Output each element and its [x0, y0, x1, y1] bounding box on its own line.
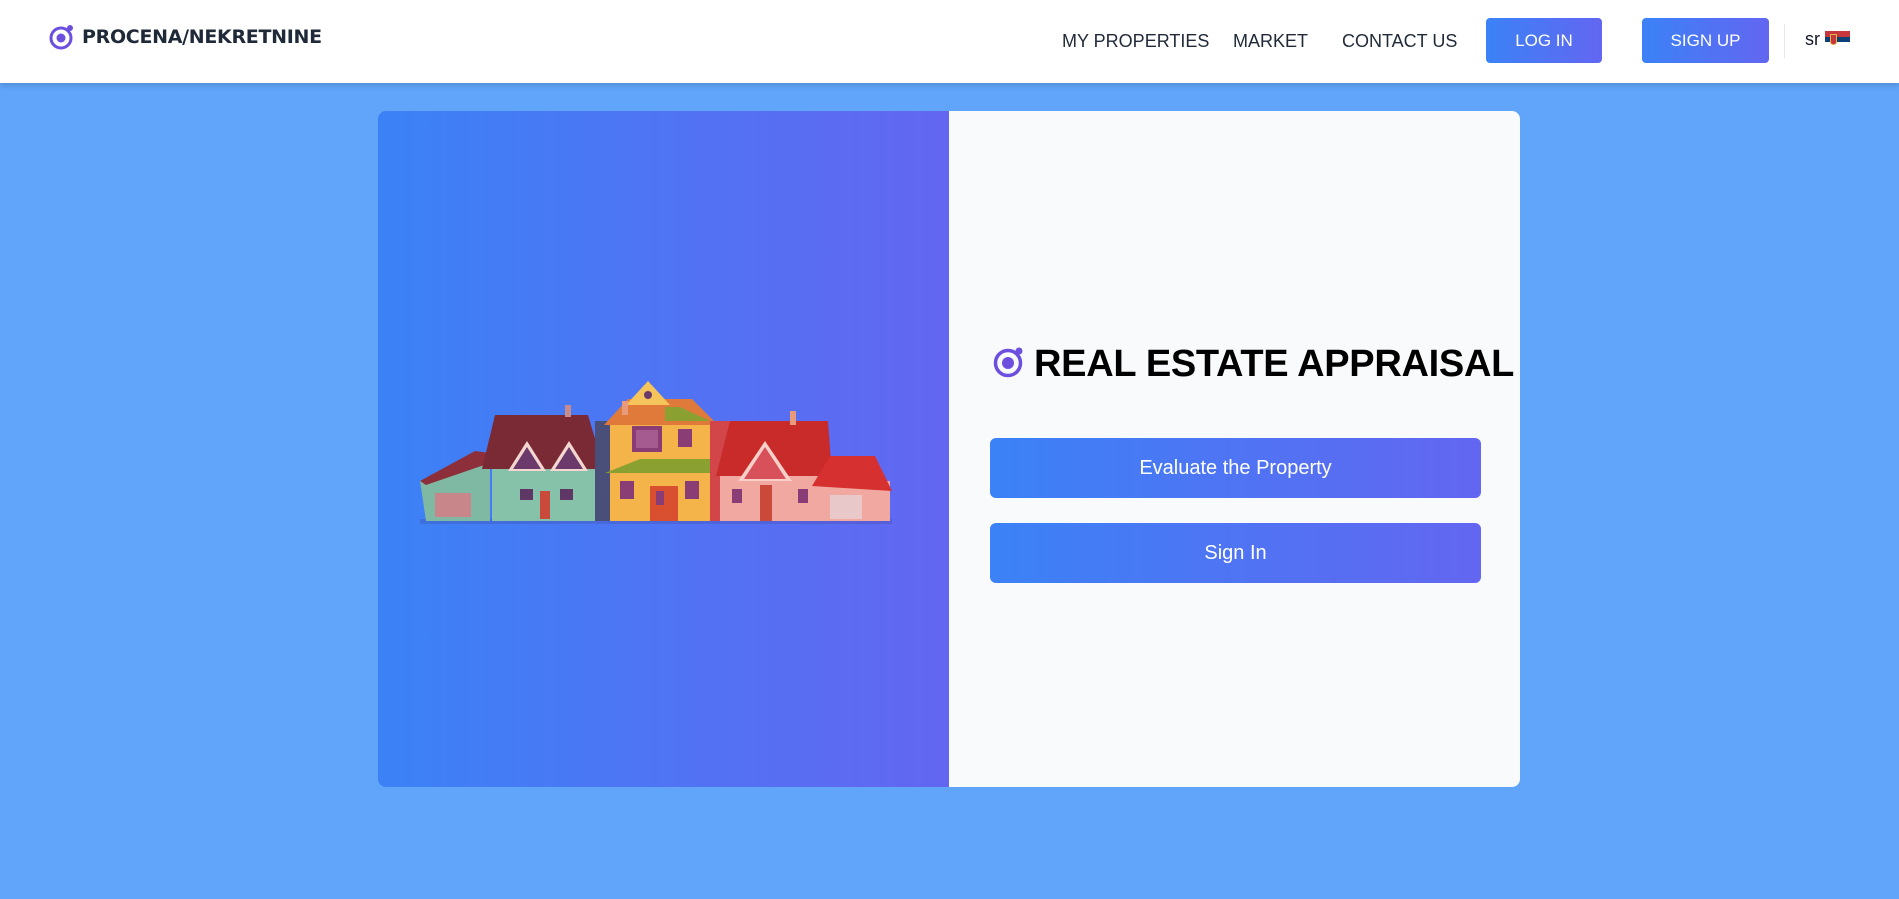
nav-my-properties[interactable]: MY PROPERTIES: [1062, 30, 1209, 52]
language-code: sr: [1805, 29, 1820, 49]
logo-ring-icon: [49, 25, 73, 50]
header-divider: [1784, 24, 1785, 58]
language-selector[interactable]: sr: [1805, 29, 1850, 50]
sign-in-button[interactable]: Sign In: [990, 523, 1481, 583]
nav-contact-us[interactable]: CONTACT US: [1342, 30, 1457, 52]
evaluate-property-button[interactable]: Evaluate the Property: [990, 438, 1481, 498]
login-button[interactable]: LOG IN: [1486, 18, 1602, 63]
top-navbar: PROCENA/NEKRETNINE MY PROPERTIES MARKET …: [0, 0, 1899, 83]
hero-illustration-panel: [378, 111, 949, 787]
serbia-flag-icon: [1825, 31, 1850, 49]
page-title: REAL ESTATE APPRAISAL: [1034, 343, 1515, 385]
signup-button[interactable]: SIGN UP: [1642, 18, 1769, 63]
hero-actions-panel: REAL ESTATE APPRAISAL Evaluate the Prope…: [949, 111, 1520, 787]
logo-ring-icon: [993, 347, 1023, 377]
hero-title-row: REAL ESTATE APPRAISAL: [992, 343, 1514, 386]
hero-card: REAL ESTATE APPRAISAL Evaluate the Prope…: [378, 111, 1520, 787]
nav-market[interactable]: MARKET: [1233, 30, 1308, 52]
logo-text: PROCENA/NEKRETNINE: [82, 26, 322, 48]
houses-illustration: [420, 381, 892, 524]
site-logo[interactable]: PROCENA/NEKRETNINE: [48, 22, 322, 52]
